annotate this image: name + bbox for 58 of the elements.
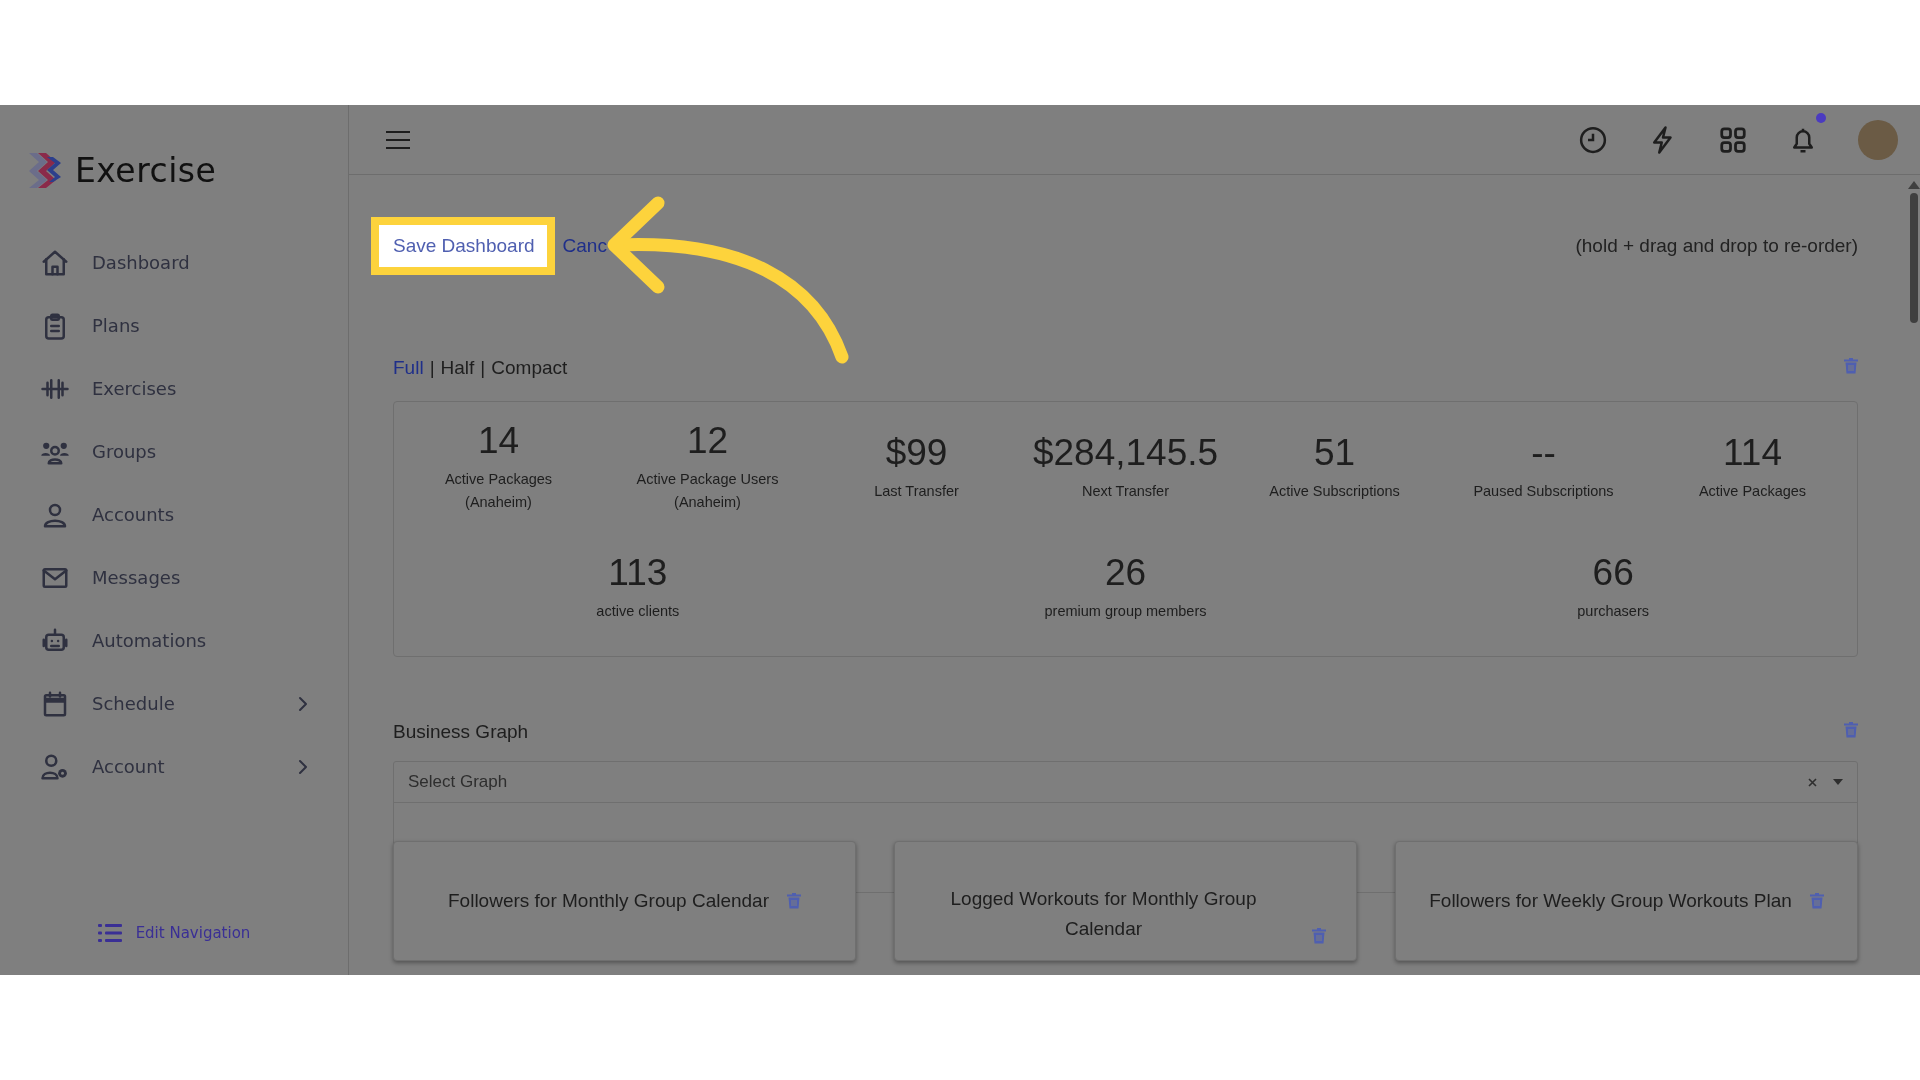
clear-icon[interactable] [1808, 777, 1817, 787]
nav-item[interactable]: Account [0, 735, 348, 798]
nav-item[interactable]: Plans [0, 294, 348, 357]
nav-item[interactable]: Accounts [0, 483, 348, 546]
graph-card-title: Followers for Weekly Group Workouts Plan [1429, 889, 1792, 913]
trash-icon[interactable] [787, 893, 801, 909]
trash-icon[interactable] [1844, 358, 1858, 374]
stat-label: Active Package Users (Anaheim) [636, 470, 779, 512]
nav-item[interactable]: Dashboard [0, 231, 348, 294]
caret-down-icon[interactable] [1833, 779, 1843, 785]
reorder-hint: (hold + drag and drop to re-order) [1575, 235, 1858, 257]
stat-label: Active Packages (Anaheim) [444, 470, 553, 512]
stat-label: purchasers [1577, 601, 1649, 621]
stat-value: 114 [1723, 431, 1782, 474]
stat-value: 51 [1313, 431, 1356, 474]
trash-icon[interactable] [1844, 722, 1858, 738]
trash-icon[interactable] [1809, 893, 1824, 909]
scrollbar-thumb[interactable] [1910, 193, 1918, 323]
stat-label: Next Transfer [1082, 481, 1169, 501]
clock-icon[interactable] [1578, 124, 1608, 155]
separator: | [480, 357, 486, 379]
stat-value: -- [1531, 431, 1556, 474]
stat-value: 113 [608, 551, 668, 594]
list-icon [97, 923, 122, 943]
cancel-link[interactable]: Canc [562, 235, 607, 257]
layout-option[interactable]: Full [393, 357, 424, 379]
grid-icon[interactable] [1718, 124, 1748, 155]
nav-item[interactable]: Groups [0, 420, 348, 483]
layout-option[interactable]: Half [440, 357, 475, 379]
section-title: Business Graph [393, 721, 529, 743]
stat-value: 66 [1592, 551, 1634, 594]
separator: | [429, 357, 435, 379]
nav-item[interactable]: Exercises [0, 357, 348, 420]
stat-value: $99 [885, 431, 948, 474]
nav-item[interactable]: Automations [0, 609, 348, 672]
stat-label: premium group members [1044, 601, 1207, 621]
stat-label: Active Packages [1698, 481, 1807, 501]
select-field[interactable]: Select Graph [394, 762, 1857, 803]
stat-label: active clients [596, 601, 680, 621]
graph-card-title: Followers for Monthly Group Calendar [448, 889, 769, 913]
stat-value: $284,145.5 [1032, 431, 1219, 474]
stat-label: Paused Subscriptions [1473, 481, 1614, 501]
edit-navigation-link[interactable]: Edit Navigation [97, 923, 251, 943]
menu-icon[interactable] [385, 129, 411, 150]
layout-option[interactable]: Compact [491, 357, 568, 379]
stat-value: 12 [686, 420, 729, 462]
stat-label: Active Subscriptions [1269, 481, 1400, 501]
brand-name: Exercise [75, 150, 217, 190]
stat-value: 26 [1104, 551, 1147, 594]
stat-value: 14 [477, 420, 520, 462]
trash-icon[interactable] [1312, 928, 1326, 944]
scroll-up-icon[interactable] [1908, 181, 1920, 189]
avatar[interactable] [1858, 119, 1898, 160]
nav-item[interactable]: Schedule [0, 672, 348, 735]
stat-label: Last Transfer [874, 481, 959, 501]
graph-card-title: Logged Workouts for Monthly Group Calendar [949, 887, 1258, 941]
save-dashboard-link[interactable]: Save Dashboard [393, 235, 535, 257]
nav-item[interactable]: Messages [0, 546, 348, 609]
